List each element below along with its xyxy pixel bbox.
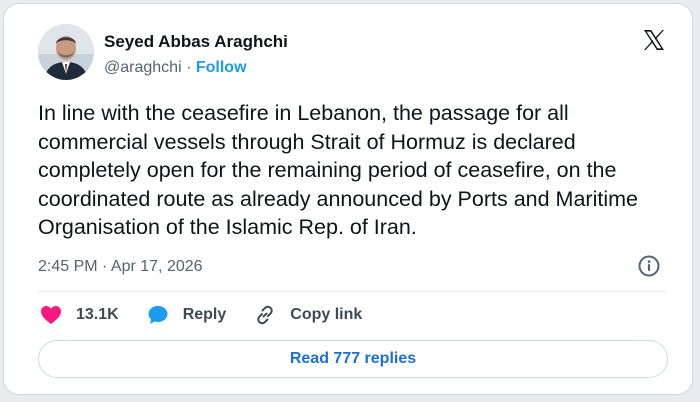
action-bar: 13.1K Reply Copy link xyxy=(40,304,390,326)
author-name[interactable]: Seyed Abbas Araghchi xyxy=(104,32,288,52)
reply-label: Reply xyxy=(182,306,227,323)
avatar-photo xyxy=(38,24,94,80)
read-replies-button[interactable]: Read 777 replies xyxy=(38,340,668,378)
link-icon xyxy=(257,305,274,325)
divider xyxy=(38,291,666,292)
tweet-text: In line with the ceasefire in Lebanon, t… xyxy=(38,101,638,239)
like-count: 13.1K xyxy=(76,306,119,323)
tweet-timestamp[interactable]: 2:45 PM · Apr 17, 2026 xyxy=(38,258,203,276)
follow-button[interactable]: Follow xyxy=(196,59,247,76)
author-handle-row: @araghchi · Follow xyxy=(104,59,247,77)
copy-link-label: Copy link xyxy=(290,306,363,323)
reply-button[interactable]: Reply xyxy=(147,304,227,326)
handle-separator: · xyxy=(186,59,192,76)
x-logo-icon[interactable] xyxy=(642,28,666,52)
author-handle[interactable]: @araghchi xyxy=(104,59,182,76)
heart-icon xyxy=(41,306,61,324)
avatar[interactable] xyxy=(38,24,94,80)
copy-link-button[interactable]: Copy link xyxy=(254,304,362,326)
tweet-card: Seyed Abbas Araghchi @araghchi · Follow … xyxy=(3,3,693,395)
speech-bubble-icon xyxy=(148,306,168,324)
info-icon[interactable] xyxy=(638,255,660,277)
like-button[interactable]: 13.1K xyxy=(40,305,119,325)
